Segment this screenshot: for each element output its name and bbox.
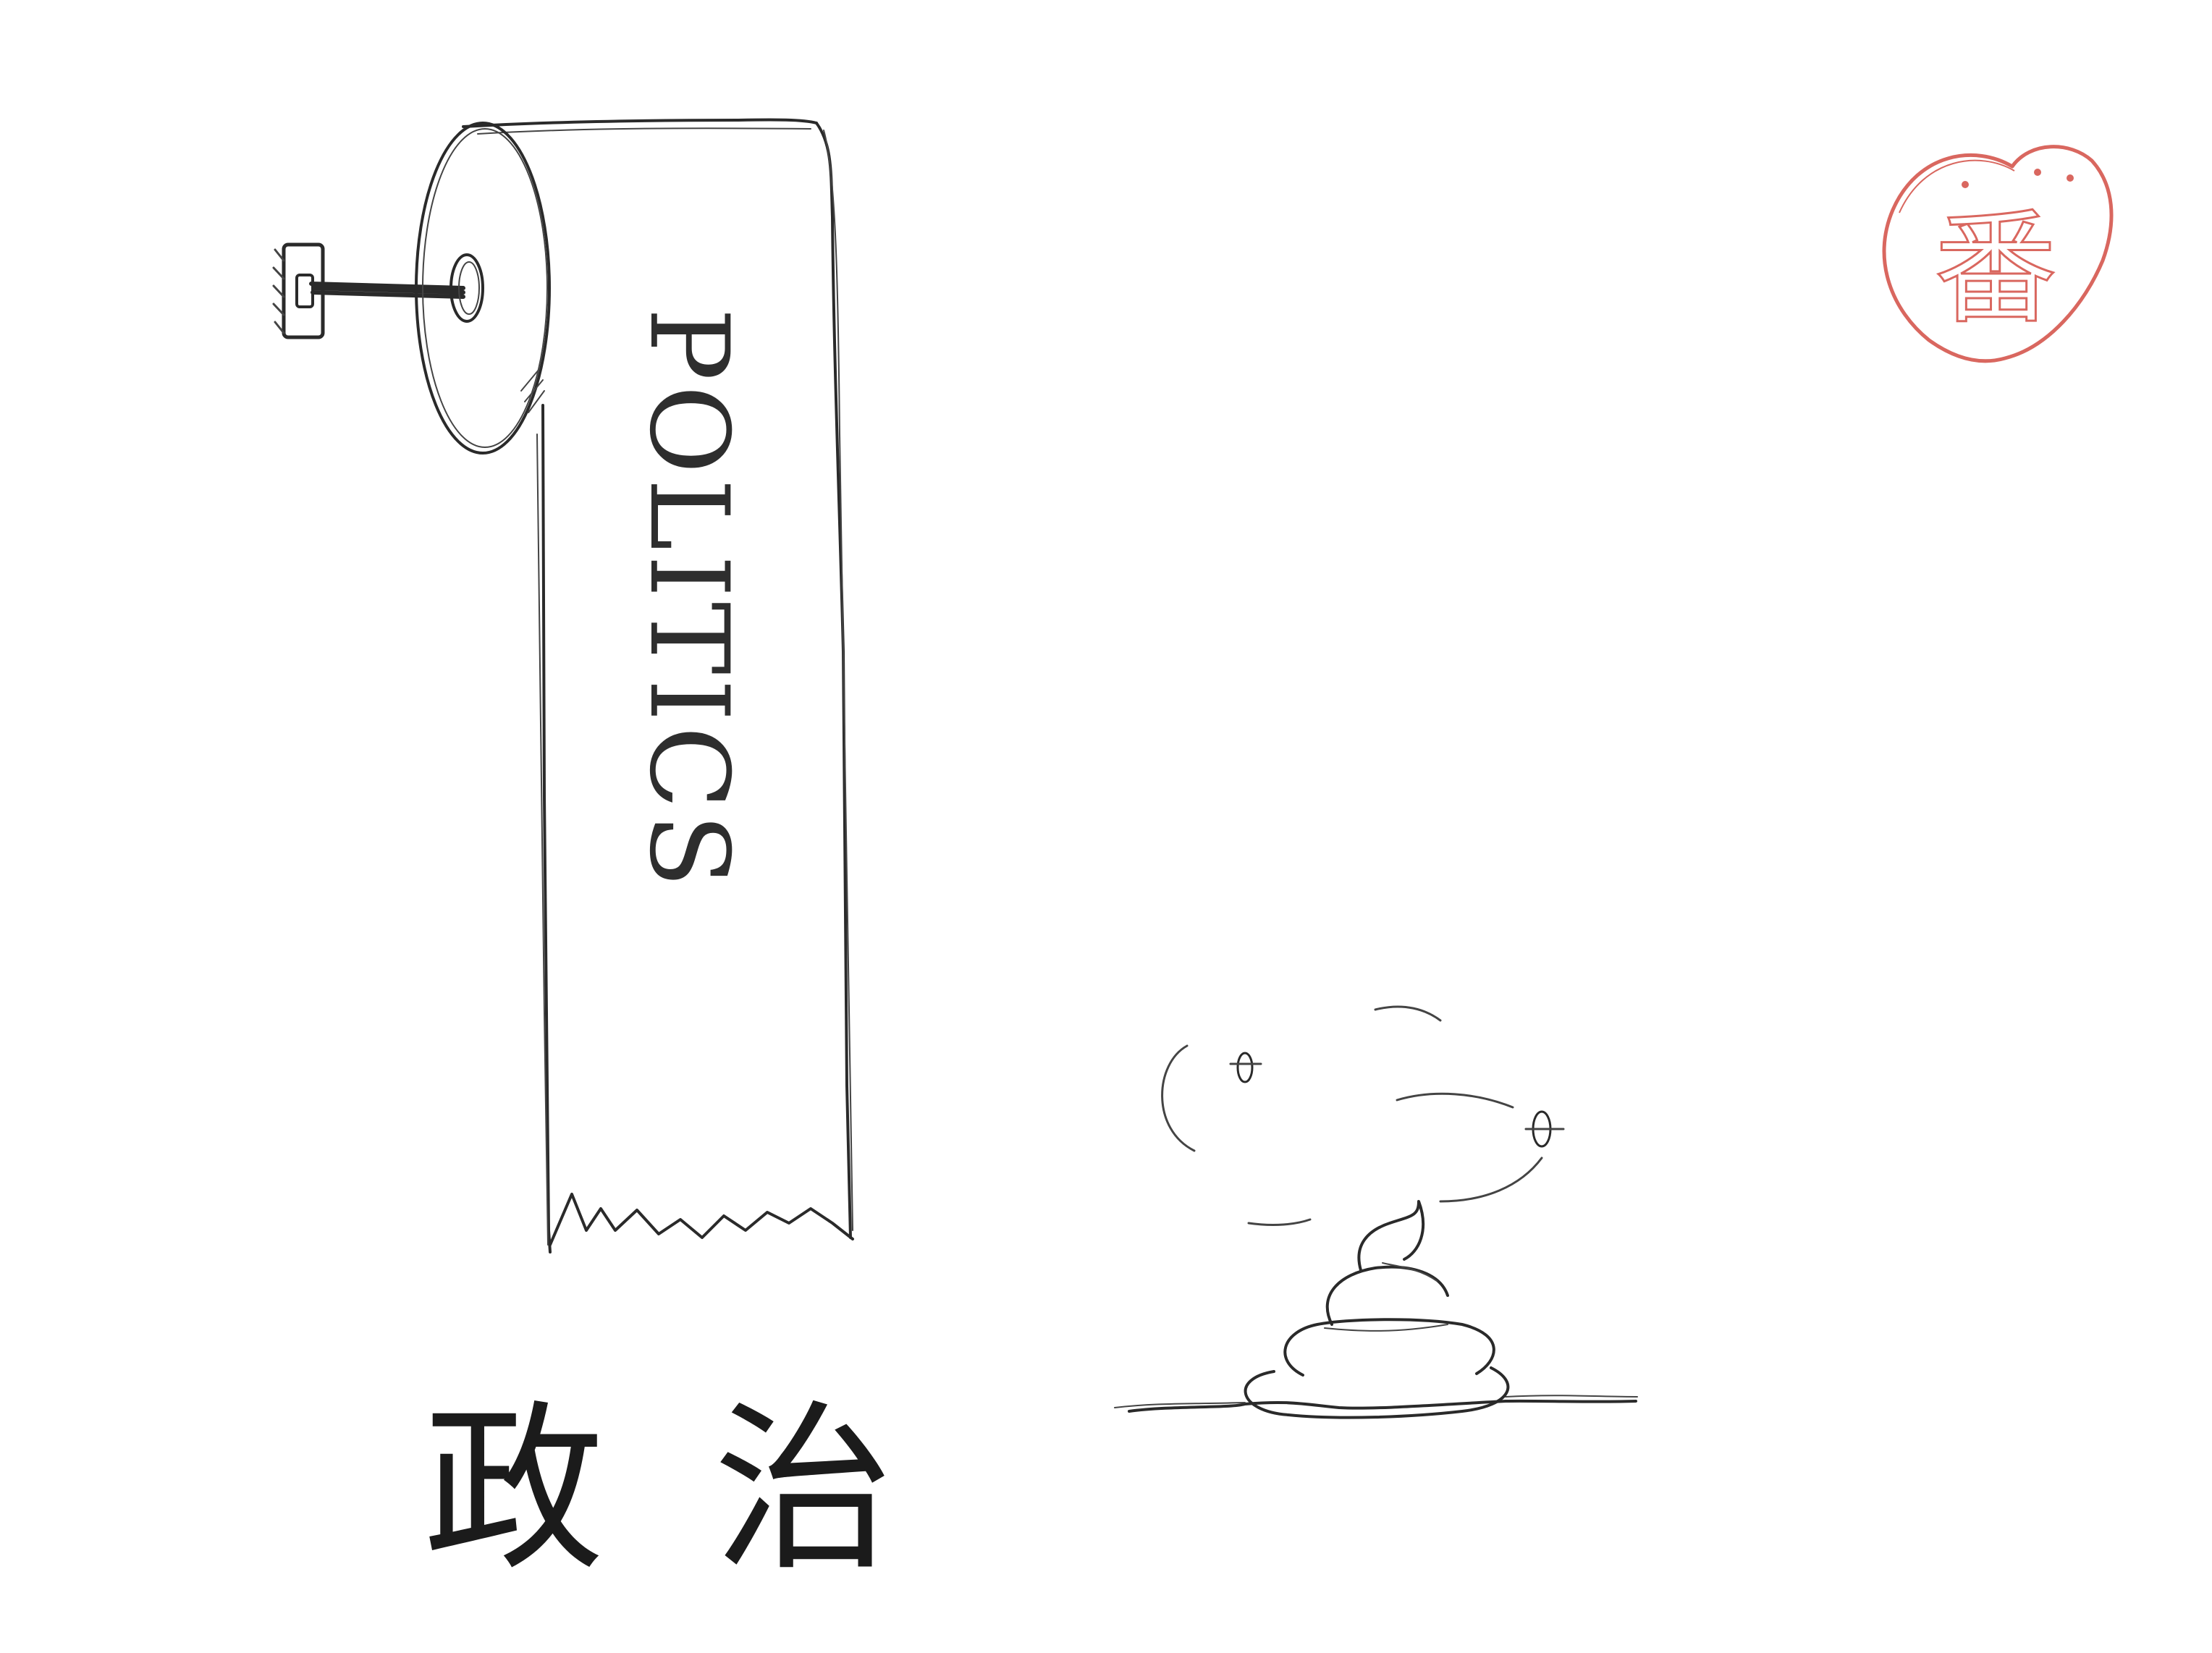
seal-text: 番	[1934, 198, 2057, 341]
fly-icon	[1161, 1005, 1565, 1226]
illustration-canvas: POLITICS 政治 番	[272, 118, 2114, 1595]
toilet-paper-holder-icon	[272, 242, 465, 339]
politics-label: POLITICS	[625, 308, 751, 892]
politics-text: POLITICS	[625, 308, 751, 892]
poop-icon	[1114, 1200, 1638, 1419]
heart-seal-icon: 番	[1882, 145, 2114, 363]
caption-text: 政治	[423, 1384, 1002, 1595]
